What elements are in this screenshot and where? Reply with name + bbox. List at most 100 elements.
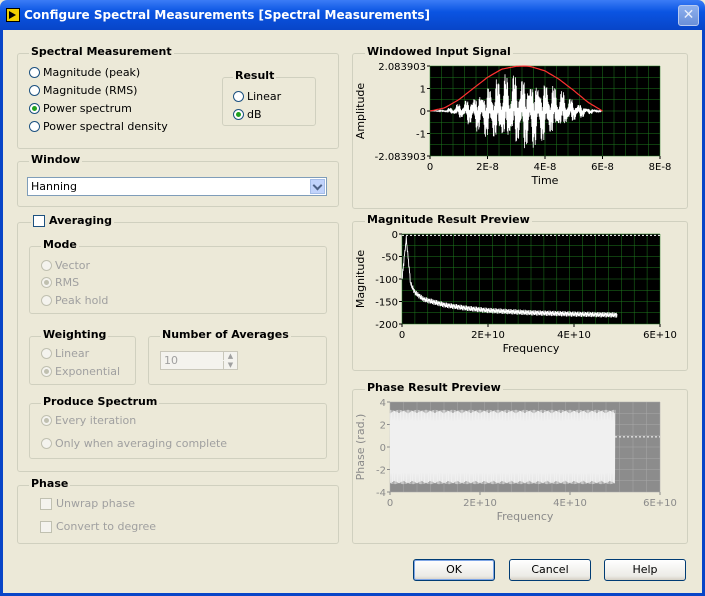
y-tick-label: -2.083903 — [375, 152, 426, 163]
radio-indicator — [29, 67, 40, 78]
x-axis-label: Frequency — [497, 510, 554, 523]
produce-spectrum-group — [29, 403, 327, 459]
x-tick-label: 6E+10 — [643, 498, 677, 509]
radio-every-iteration[interactable]: Every iteration — [41, 414, 136, 427]
radio-label: Linear — [247, 90, 282, 103]
radio-magnitude-rms[interactable]: Magnitude (RMS) — [29, 84, 137, 97]
x-tick-label: 6E+10 — [643, 330, 677, 341]
y-tick-label: 0 — [420, 107, 426, 118]
radio-mode-vector[interactable]: Vector — [41, 259, 90, 272]
weighting-label: Weighting — [41, 328, 109, 341]
labview-app-icon — [6, 8, 20, 22]
number-of-averages-value: 10 — [164, 354, 178, 367]
x-tick-label: 4E-8 — [534, 162, 557, 173]
averaging-checkbox[interactable]: Averaging — [31, 214, 114, 227]
y-tick-label: 0 — [392, 230, 398, 241]
radio-result-db[interactable]: dB — [233, 108, 262, 121]
x-tick-label: 4E+10 — [553, 498, 587, 509]
x-tick-label: 2E-8 — [476, 162, 499, 173]
y-axis-label: Phase (rad.) — [354, 414, 367, 481]
radio-label: Only when averaging complete — [55, 437, 228, 450]
checkbox-label: Unwrap phase — [56, 497, 135, 510]
stepper-down-icon[interactable]: ▼ — [223, 361, 237, 369]
stepper-up-icon[interactable]: ▲ — [223, 352, 237, 360]
mode-label: Mode — [41, 238, 79, 251]
radio-label: RMS — [55, 276, 80, 289]
radio-label: Exponential — [55, 365, 121, 378]
averaging-label: Averaging — [49, 214, 112, 227]
window-label: Window — [29, 153, 83, 166]
y-tick-label: 4 — [380, 398, 386, 409]
radio-power-spectrum[interactable]: Power spectrum — [29, 102, 132, 115]
radio-label: Power spectrum — [43, 102, 132, 115]
radio-indicator — [41, 415, 52, 426]
help-button[interactable]: Help — [604, 559, 686, 581]
number-of-averages-stepper[interactable]: 10 ▲ ▼ — [160, 351, 238, 370]
number-of-averages-label: Number of Averages — [160, 328, 291, 341]
close-button[interactable]: ✕ — [678, 5, 699, 26]
phase-label: Phase — [29, 477, 71, 490]
x-tick-label: 0 — [427, 162, 433, 173]
y-axis-label: Magnitude — [354, 250, 367, 309]
x-tick-label: 0 — [399, 330, 405, 341]
radio-weighting-linear[interactable]: Linear — [41, 347, 89, 360]
magnitude-preview-chart: 0 2E+10 4E+10 6E+10 0 -50 -100 -150 -200 Frequenc… — [354, 230, 677, 355]
convert-to-degree-checkbox[interactable]: Convert to degree — [40, 520, 156, 533]
radio-averaging-complete[interactable]: Only when averaging complete — [41, 437, 227, 450]
radio-indicator — [29, 103, 40, 114]
unwrap-phase-checkbox[interactable]: Unwrap phase — [40, 497, 135, 510]
y-tick-label: -200 — [375, 320, 398, 331]
y-tick-label: -4 — [376, 488, 386, 499]
y-tick-label: -1 — [416, 130, 426, 141]
checkbox-indicator — [40, 497, 52, 510]
phase-preview-title: Phase Result Preview — [365, 381, 503, 394]
y-tick-label: 1 — [420, 85, 426, 96]
radio-power-spectral-density[interactable]: Power spectral density — [29, 120, 168, 133]
radio-indicator — [41, 260, 52, 271]
window-dropdown[interactable]: Hanning — [27, 177, 327, 196]
radio-label: Vector — [55, 259, 91, 272]
x-tick-label: 6E-8 — [591, 162, 614, 173]
radio-weighting-exponential[interactable]: Exponential — [41, 365, 120, 378]
cancel-button[interactable]: Cancel — [509, 559, 591, 581]
radio-indicator — [41, 366, 52, 377]
produce-spectrum-label: Produce Spectrum — [41, 395, 160, 408]
radio-mode-rms[interactable]: RMS — [41, 276, 79, 289]
y-axis-label: Amplitude — [354, 83, 367, 140]
result-label: Result — [233, 69, 277, 82]
radio-mode-peak-hold[interactable]: Peak hold — [41, 294, 108, 307]
checkbox-label: Convert to degree — [56, 520, 157, 533]
radio-result-linear[interactable]: Linear — [233, 90, 281, 103]
checkbox-indicator — [33, 214, 45, 227]
y-tick-label: 2.083903 — [378, 62, 426, 73]
title-bar: Configure Spectral Measurements [Spectra… — [0, 0, 705, 30]
ok-button[interactable]: OK — [413, 559, 495, 581]
radio-label: Power spectral density — [43, 120, 168, 133]
radio-label: Every iteration — [55, 414, 137, 427]
x-tick-label: 2E+10 — [471, 330, 505, 341]
radio-label: Peak hold — [55, 294, 109, 307]
radio-label: Linear — [55, 347, 90, 360]
chevron-down-icon[interactable] — [310, 179, 325, 194]
radio-indicator — [41, 438, 52, 449]
radio-indicator — [29, 121, 40, 132]
x-tick-label: 2E+10 — [463, 498, 497, 509]
radio-label: dB — [247, 108, 262, 121]
y-tick-label: 0 — [380, 443, 386, 454]
x-axis-label: Frequency — [503, 342, 560, 355]
windowed-input-signal-chart: 0 2E-8 4E-8 6E-8 8E-8 2.083903 1 0 -1 -2.083903 Ti… — [354, 62, 671, 187]
phase-preview-chart: 0 2E+10 4E+10 6E+10 4 2 0 -2 -4 Frequency Phase (r… — [354, 398, 677, 523]
y-tick-label: 2 — [380, 421, 386, 432]
y-tick-label: -2 — [376, 466, 386, 477]
radio-indicator — [29, 85, 40, 96]
x-tick-label: 0 — [387, 498, 393, 509]
x-tick-label: 4E+10 — [557, 330, 591, 341]
checkbox-indicator — [40, 520, 52, 533]
x-axis-label: Time — [531, 174, 559, 187]
radio-label: Magnitude (peak) — [43, 66, 141, 79]
y-tick-label: -150 — [375, 298, 398, 309]
window-dropdown-value: Hanning — [31, 180, 77, 193]
radio-magnitude-peak[interactable]: Magnitude (peak) — [29, 66, 140, 79]
phase-series-line — [389, 409, 616, 485]
radio-indicator — [41, 295, 52, 306]
